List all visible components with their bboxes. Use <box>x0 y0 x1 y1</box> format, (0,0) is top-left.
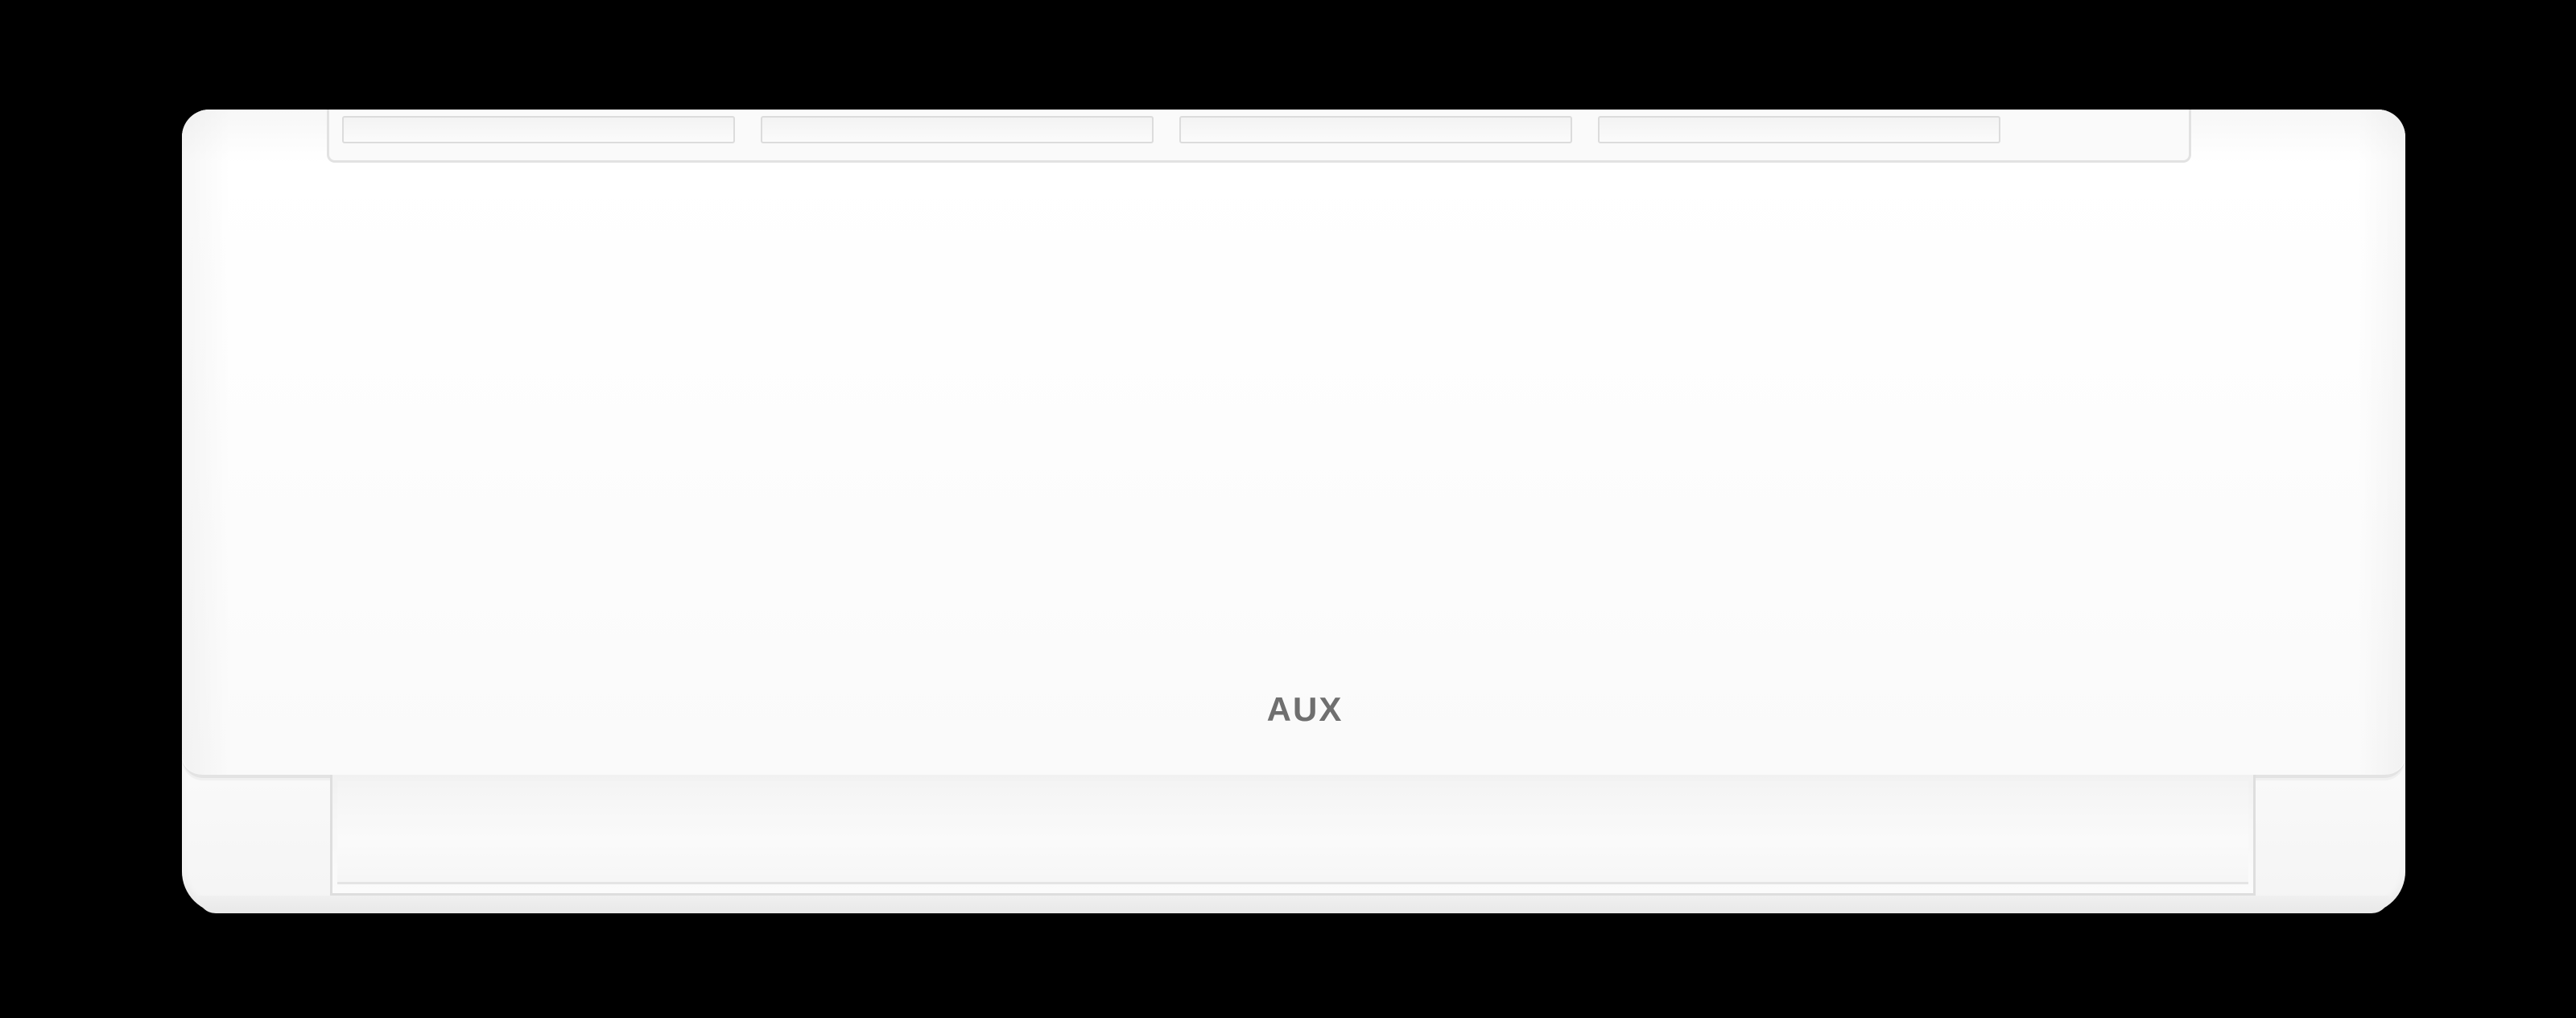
grille-slot <box>761 116 1154 143</box>
grille-slot <box>342 116 735 143</box>
air-outlet-frame <box>330 775 2256 896</box>
panel-right-edge <box>2357 110 2405 775</box>
grille-slot <box>1179 116 1572 143</box>
photo-stage: AUX <box>0 0 2576 1018</box>
top-air-intake-grille <box>327 110 2191 163</box>
grille-slot <box>1598 116 2000 143</box>
front-panel: AUX <box>182 110 2405 778</box>
bottom-casing-lip <box>198 896 2389 913</box>
air-louver-blade <box>337 781 2248 884</box>
brand-logo: AUX <box>1266 690 1344 728</box>
air-conditioner-indoor-unit: AUX <box>182 110 2405 913</box>
panel-left-edge <box>182 110 230 775</box>
